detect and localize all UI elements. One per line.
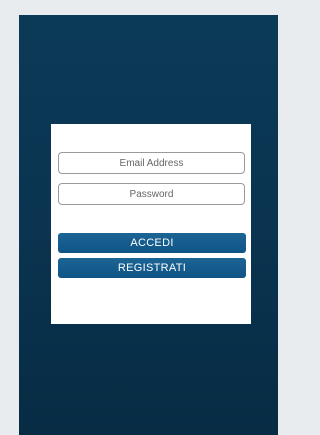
email-field[interactable] <box>58 152 245 174</box>
register-button[interactable]: REGISTRATI <box>58 258 246 278</box>
login-button[interactable]: ACCEDI <box>58 233 246 253</box>
password-field[interactable] <box>58 183 245 205</box>
login-card: ACCEDI REGISTRATI <box>51 124 251 324</box>
app-screen: ACCEDI REGISTRATI <box>19 15 278 435</box>
